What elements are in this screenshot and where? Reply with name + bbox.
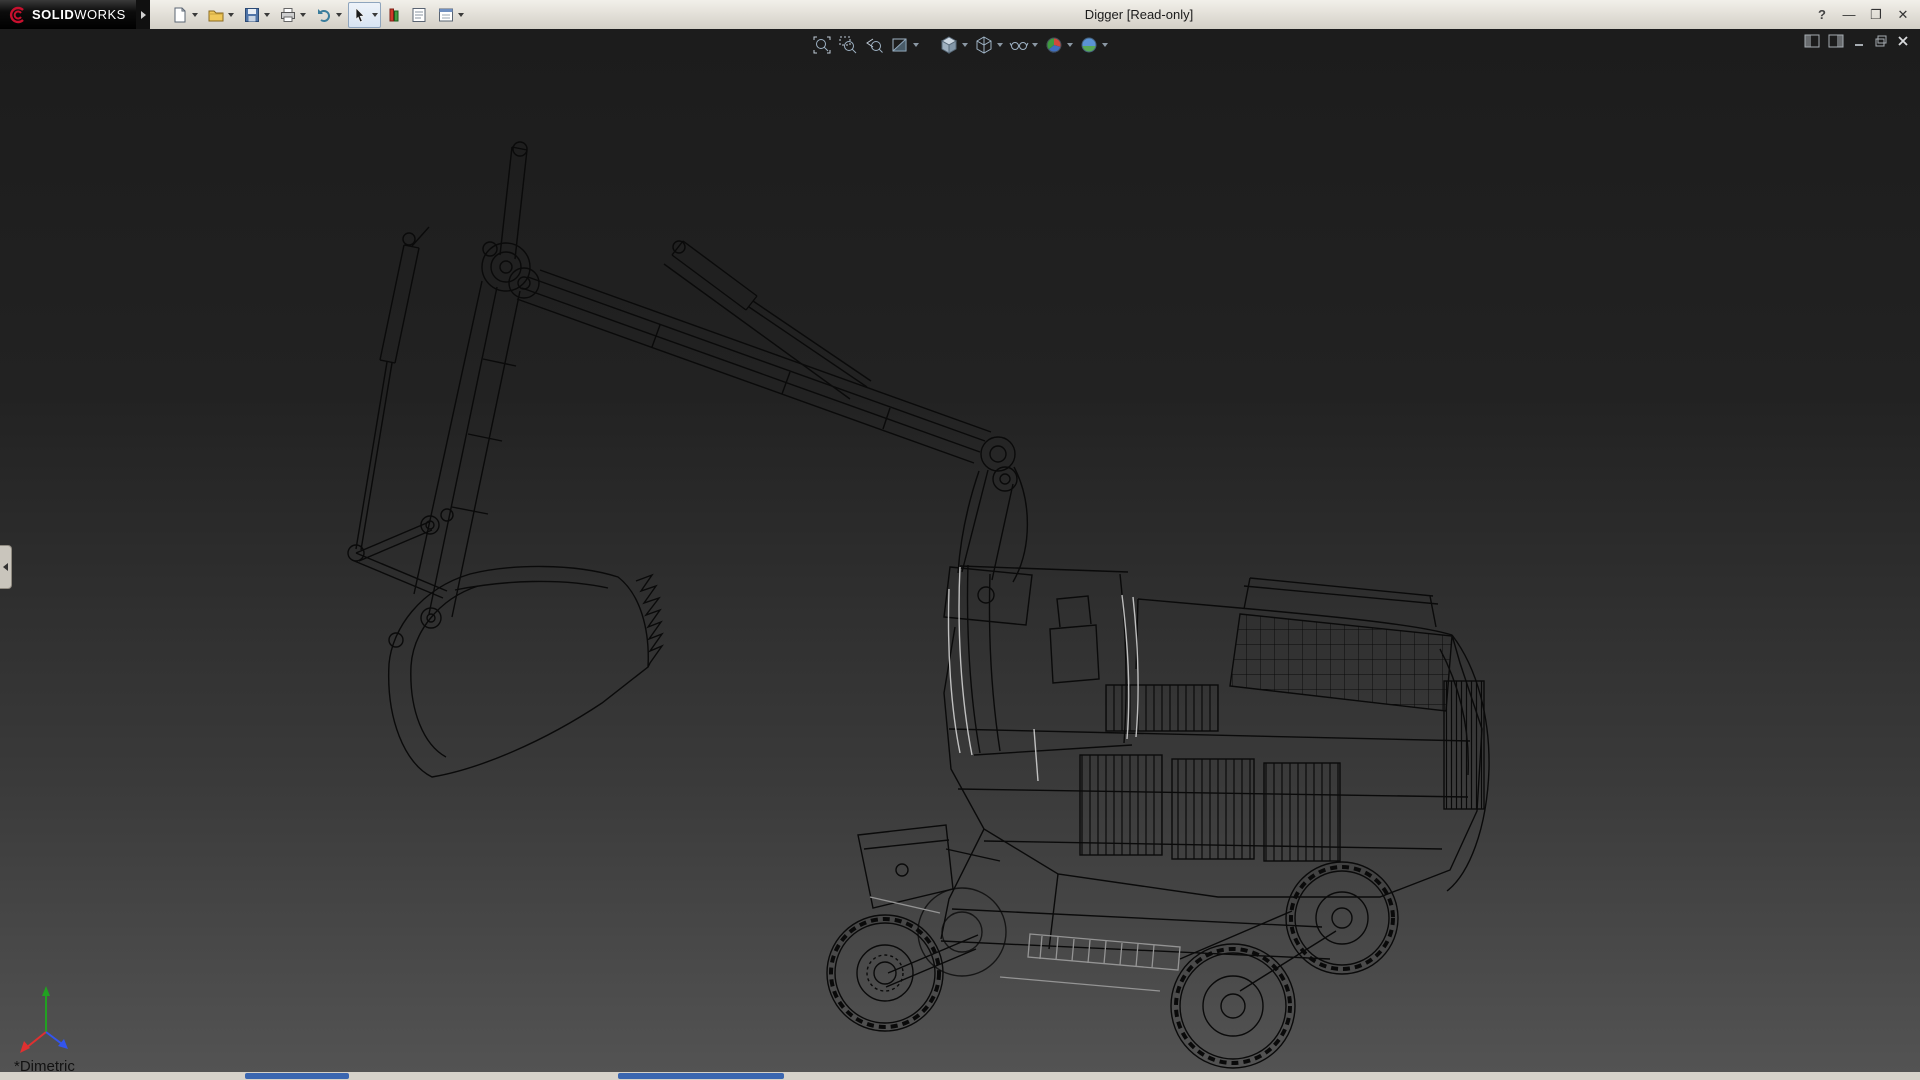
dropdown-arrow-icon[interactable]: [372, 13, 378, 17]
color-swatch-icon: [387, 6, 401, 24]
dropdown-arrow-icon[interactable]: [962, 43, 968, 47]
arrow-right-icon: [141, 11, 146, 19]
platform-steps: [870, 897, 1180, 991]
window-title: Digger [Read-only]: [1085, 0, 1193, 29]
brand-text: SOLIDWORKS: [32, 7, 126, 22]
wheel-front-right: [918, 888, 1006, 976]
feature-panel-toggle[interactable]: [0, 545, 12, 589]
new-document-icon: [171, 6, 189, 24]
select-cursor-icon: [351, 6, 369, 24]
save-icon: [243, 6, 261, 24]
bucket-cylinder: [348, 227, 453, 598]
dropdown-arrow-icon[interactable]: [458, 13, 464, 17]
excavator-wireframe-model[interactable]: [0, 29, 1920, 1072]
bucket: [389, 566, 662, 777]
upper-body: [944, 565, 1489, 897]
solidworks-window: SOLIDWORKS: [0, 0, 1920, 1080]
help-button[interactable]: ?: [1813, 6, 1831, 24]
close-button[interactable]: ✕: [1894, 6, 1912, 24]
dropdown-arrow-icon[interactable]: [192, 13, 198, 17]
wheels: [827, 862, 1398, 1068]
wheel-rear-right: [1286, 862, 1398, 974]
document-properties-icon: [437, 6, 455, 24]
display-style-button[interactable]: [973, 34, 1004, 56]
view-orientation-cube-icon: [939, 35, 959, 55]
options-sheet-button[interactable]: [407, 2, 431, 28]
document-close-button[interactable]: [1896, 34, 1910, 48]
print-button[interactable]: [276, 2, 309, 28]
dropdown-arrow-icon[interactable]: [228, 13, 234, 17]
save-button[interactable]: [240, 2, 273, 28]
hide-show-items-icon: [1009, 35, 1029, 55]
dropdown-arrow-icon[interactable]: [1032, 43, 1038, 47]
view-orientation-button[interactable]: [938, 34, 969, 56]
dropdown-arrow-icon[interactable]: [300, 13, 306, 17]
undo-button[interactable]: [312, 2, 345, 28]
edit-appearance-icon: [1044, 35, 1064, 55]
zoom-to-area-icon: [838, 35, 858, 55]
previous-view-button[interactable]: [863, 34, 885, 56]
section-view-button[interactable]: [889, 34, 920, 56]
document-minimize-button[interactable]: [1852, 34, 1866, 48]
tile-left-button[interactable]: [1804, 34, 1820, 48]
apply-scene-button[interactable]: [1078, 34, 1109, 56]
apply-scene-icon: [1079, 35, 1099, 55]
arrow-left-icon: [3, 563, 8, 571]
zoom-to-fit-icon: [812, 35, 832, 55]
hide-show-items-button[interactable]: [1008, 34, 1039, 56]
edit-appearance-button[interactable]: [1043, 34, 1074, 56]
open-button[interactable]: [204, 2, 237, 28]
stick-arm: [414, 142, 539, 617]
restore-button[interactable]: ❐: [1867, 6, 1885, 24]
menu-expand-arrow[interactable]: [136, 0, 150, 29]
titlebar: SOLIDWORKS: [0, 0, 1920, 30]
dropdown-arrow-icon[interactable]: [913, 43, 919, 47]
dropdown-arrow-icon[interactable]: [1102, 43, 1108, 47]
solidworks-logo-mark: [8, 5, 28, 25]
new-document-button[interactable]: [168, 2, 201, 28]
color-swatch-button[interactable]: [384, 2, 404, 28]
print-icon: [279, 6, 297, 24]
graphics-viewport[interactable]: *Dimetric: [0, 29, 1920, 1072]
window-controls: ? — ❐ ✕: [1813, 0, 1912, 29]
document-window-controls: [1804, 34, 1910, 48]
taskbar-segment[interactable]: [618, 1073, 784, 1079]
options-sheet-icon: [410, 6, 428, 24]
status-strip: [0, 1072, 1920, 1080]
display-style-icon: [974, 35, 994, 55]
wheel-front-left: [827, 915, 943, 1031]
dropdown-arrow-icon[interactable]: [1067, 43, 1073, 47]
main-toolbar: [168, 2, 467, 28]
previous-view-icon: [864, 35, 884, 55]
dropdown-arrow-icon[interactable]: [264, 13, 270, 17]
zoom-to-fit-button[interactable]: [811, 34, 833, 56]
dropdown-arrow-icon[interactable]: [997, 43, 1003, 47]
select-button[interactable]: [348, 2, 381, 28]
document-properties-button[interactable]: [434, 2, 467, 28]
zoom-to-area-button[interactable]: [837, 34, 859, 56]
undo-icon: [315, 6, 333, 24]
solidworks-logo: SOLIDWORKS: [0, 0, 136, 29]
open-folder-icon: [207, 6, 225, 24]
headsup-view-toolbar: [811, 34, 1109, 56]
minimize-button[interactable]: —: [1840, 6, 1858, 24]
tile-right-button[interactable]: [1828, 34, 1844, 48]
taskbar-segment[interactable]: [245, 1073, 349, 1079]
section-view-icon: [890, 35, 910, 55]
wheel-rear-left: [1171, 944, 1295, 1068]
dropdown-arrow-icon[interactable]: [336, 13, 342, 17]
reference-triad[interactable]: [16, 978, 88, 1056]
boom: [517, 270, 1027, 582]
highlight-edges: [948, 567, 1138, 781]
document-restore-button[interactable]: [1874, 34, 1888, 48]
